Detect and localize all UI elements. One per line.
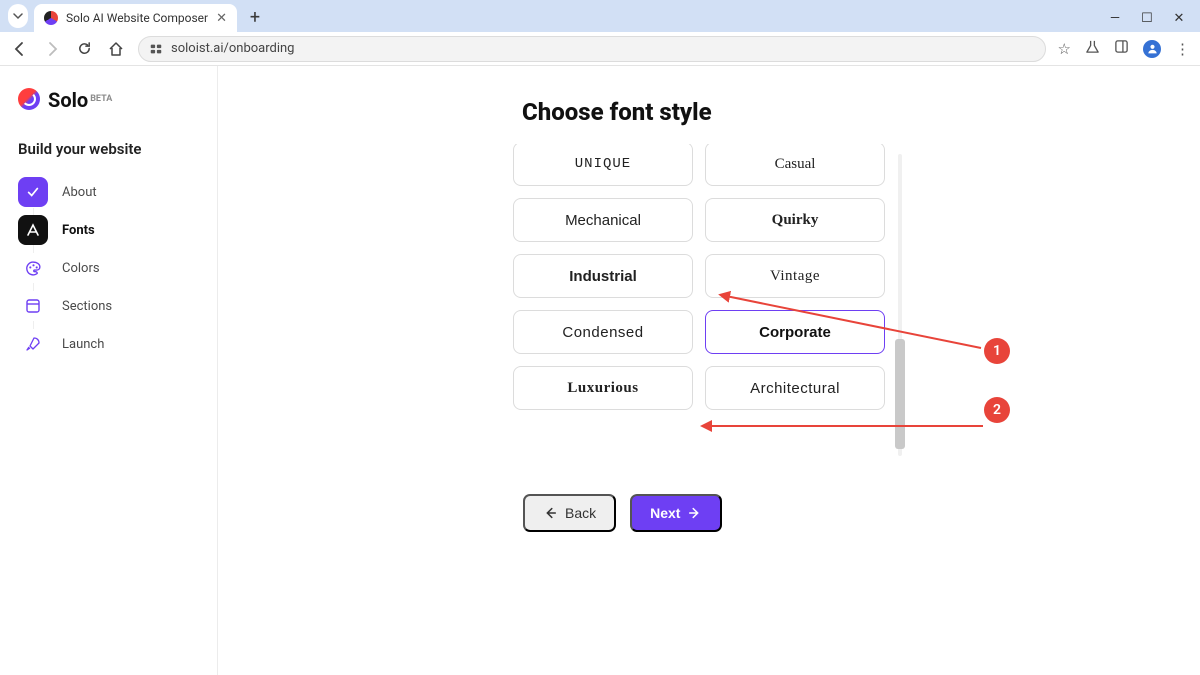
layout-icon [18, 291, 48, 321]
tab-title: Solo AI Website Composer [66, 11, 208, 25]
browser-tab[interactable]: Solo AI Website Composer ✕ [34, 4, 237, 32]
options-scrollbar[interactable] [895, 144, 905, 466]
url-text: soloist.ai/onboarding [171, 41, 294, 56]
font-option-unique[interactable]: unique [513, 144, 693, 186]
brand: SoloBETA [18, 88, 199, 112]
annotation-badge-2: 2 [984, 397, 1010, 423]
browser-menu-icon[interactable]: ⋮ [1175, 40, 1190, 58]
font-option-label: Vintage [770, 268, 820, 285]
arrow-right-icon [688, 506, 702, 520]
font-option-label: Corporate [759, 324, 831, 341]
font-option-quirky[interactable]: Quirky [705, 198, 885, 242]
check-icon [18, 177, 48, 207]
next-button[interactable]: Next [630, 494, 722, 532]
sidebar-item-label: About [62, 185, 97, 200]
sidepanel-icon[interactable] [1114, 39, 1129, 58]
sidebar-item-label: Fonts [62, 223, 95, 238]
browser-toolbar: soloist.ai/onboarding ☆ ⋮ [0, 32, 1200, 66]
font-option-mechanical[interactable]: Mechanical [513, 198, 693, 242]
font-option-label: Mechanical [565, 212, 641, 229]
sidebar-item-launch[interactable]: Launch [18, 328, 199, 360]
back-button[interactable]: Back [523, 494, 616, 532]
browser-tab-bar: Solo AI Website Composer ✕ + — ☐ ✕ [0, 0, 1200, 32]
sidebar-item-fonts[interactable]: Fonts [18, 214, 199, 246]
nav-back-icon[interactable] [10, 39, 30, 59]
annotation-badge-1: 1 [984, 338, 1010, 364]
brand-beta-badge: BETA [90, 94, 112, 104]
font-option-condensed[interactable]: Condensed [513, 310, 693, 354]
tab-favicon [44, 11, 58, 25]
font-option-label: Quirky [772, 212, 819, 229]
main-content: Choose font style Friendly Humanist uniq… [218, 66, 1200, 675]
sidebar: SoloBETA Build your website About Fonts [0, 66, 218, 675]
font-option-label: unique [575, 156, 631, 172]
sidebar-title: Build your website [18, 140, 199, 158]
window-minimize-icon[interactable]: — [1108, 11, 1122, 26]
font-option-architectural[interactable]: Architectural [705, 366, 885, 410]
nav-forward-icon[interactable] [42, 39, 62, 59]
tab-close-icon[interactable]: ✕ [216, 11, 227, 26]
font-option-industrial[interactable]: Industrial [513, 254, 693, 298]
rocket-icon [18, 329, 48, 359]
nav-reload-icon[interactable] [74, 39, 94, 59]
scrollbar-thumb[interactable] [895, 339, 905, 449]
font-option-label: Luxurious [567, 380, 638, 397]
sidebar-item-about[interactable]: About [18, 176, 199, 208]
sidebar-item-label: Colors [62, 261, 100, 276]
window-controls: — ☐ ✕ [1108, 11, 1200, 32]
window-maximize-icon[interactable]: ☐ [1140, 11, 1154, 26]
font-option-corporate[interactable]: Corporate [705, 310, 885, 354]
sidebar-item-label: Sections [62, 299, 112, 314]
url-field[interactable]: soloist.ai/onboarding [138, 36, 1046, 62]
font-option-vintage[interactable]: Vintage [705, 254, 885, 298]
font-options-list: Friendly Humanist unique Casual Mechanic… [513, 144, 885, 466]
back-button-label: Back [565, 505, 596, 521]
new-tab-button[interactable]: + [243, 7, 267, 28]
sidebar-item-colors[interactable]: Colors [18, 252, 199, 284]
font-option-label: Casual [775, 156, 816, 173]
font-icon [18, 215, 48, 245]
palette-icon [18, 253, 48, 283]
font-option-label: Industrial [569, 268, 637, 285]
nav-home-icon[interactable] [106, 39, 126, 59]
site-settings-icon[interactable] [149, 42, 163, 56]
brand-name: Solo [48, 88, 88, 112]
brand-logo-icon [18, 88, 40, 110]
font-option-label: Architectural [750, 380, 840, 397]
bookmark-star-icon[interactable]: ☆ [1058, 40, 1071, 58]
page-title: Choose font style [522, 98, 894, 126]
labs-icon[interactable] [1085, 39, 1100, 58]
font-option-luxurious[interactable]: Luxurious [513, 366, 693, 410]
font-option-label: Condensed [562, 324, 643, 341]
tab-list-dropdown[interactable] [8, 4, 28, 28]
profile-avatar[interactable] [1143, 40, 1161, 58]
sidebar-item-label: Launch [62, 337, 104, 352]
sidebar-item-sections[interactable]: Sections [18, 290, 199, 322]
font-option-casual[interactable]: Casual [705, 144, 885, 186]
arrow-left-icon [543, 506, 557, 520]
window-close-icon[interactable]: ✕ [1172, 11, 1186, 26]
next-button-label: Next [650, 505, 680, 521]
